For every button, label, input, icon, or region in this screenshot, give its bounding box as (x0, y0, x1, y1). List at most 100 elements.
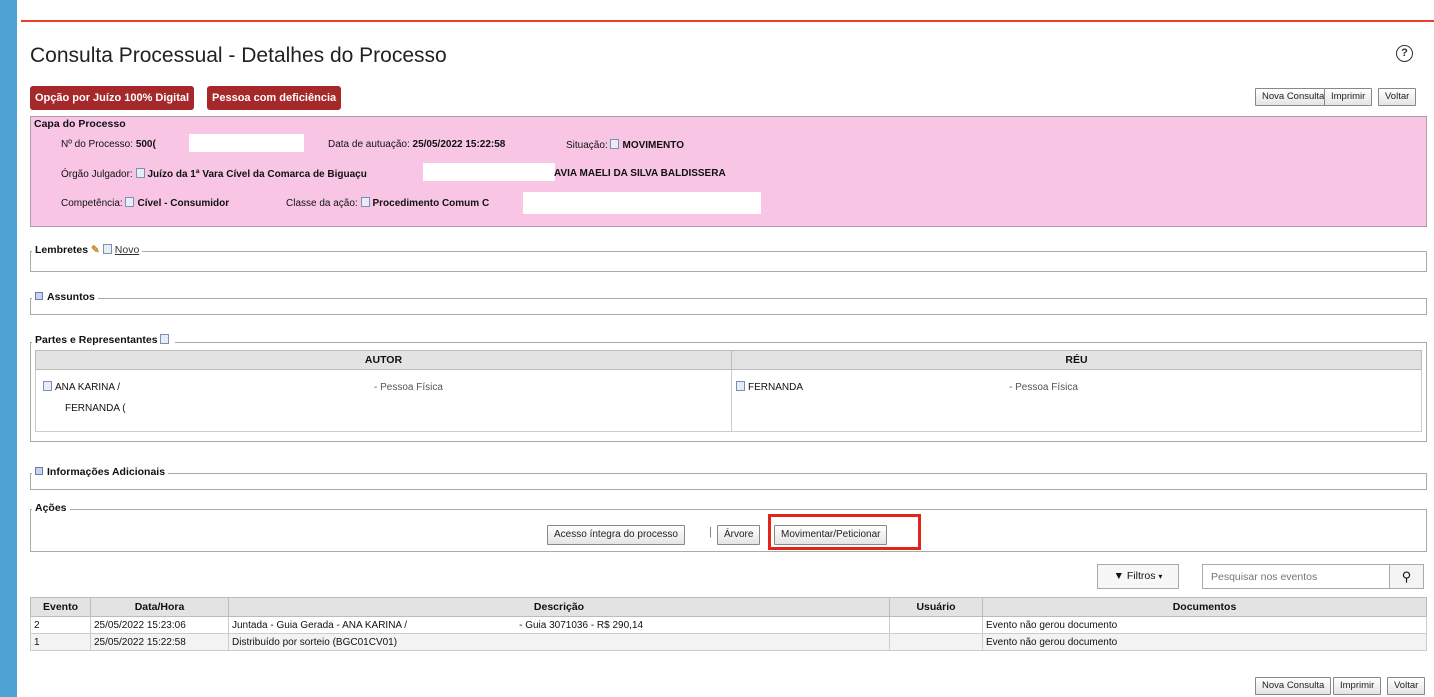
badge-pessoa-deficiencia[interactable]: Pessoa com deficiência (207, 86, 342, 110)
data-cell: 25/05/2022 15:22:58 (90, 633, 229, 651)
evento-cell: 2 (30, 616, 91, 634)
table-row[interactable]: 1 25/05/2022 15:22:58 Distribuído por so… (30, 633, 1427, 651)
filtros-button[interactable]: ▼ Filtros ▾ (1097, 564, 1179, 589)
numero-value: 500( (135, 139, 156, 150)
redacted-block (523, 192, 761, 214)
autor-header: AUTOR (35, 350, 732, 370)
badge-juizo-digital[interactable]: Opção por Juízo 100% Digital (30, 86, 195, 110)
classe-row: Classe da ação: Procedimento Comum C (286, 197, 489, 209)
table-row[interactable]: 2 25/05/2022 15:23:06 Juntada - Guia Ger… (30, 616, 1427, 634)
chevron-down-icon: ▾ (1158, 572, 1163, 581)
numero-row: Nº do Processo: 500( (61, 139, 156, 150)
document-icon[interactable] (135, 168, 145, 178)
col-data-hora: Data/Hora (90, 597, 229, 617)
redacted-block (423, 163, 555, 181)
separator: | (709, 526, 712, 538)
filter-icon: ▼ (1113, 570, 1124, 582)
numero-label: Nº do Processo: (61, 139, 134, 150)
acesso-integra-button[interactable]: Acesso íntegra do processo (547, 525, 685, 545)
orgao-row: Órgão Julgador: Juízo da 1ª Vara Cível d… (61, 168, 367, 180)
reu-name: FERNANDA (748, 382, 804, 393)
capa-do-processo: Capa do Processo Nº do Processo: 500( Da… (30, 116, 1427, 227)
assuntos-legend[interactable]: Assuntos (32, 291, 98, 303)
nova-consulta-button-top[interactable]: Nova Consulta (1255, 88, 1332, 106)
autor-name: ANA KARINA / (55, 382, 121, 393)
documentos-cell: Evento não gerou documento (982, 633, 1427, 651)
autor-cell: ANA KARINA / - Pessoa Física FERNANDA ( (35, 369, 732, 432)
competencia-value: Cível - Consumidor (137, 198, 230, 209)
partes-label: Partes e Representantes (35, 334, 158, 346)
competencia-row: Competência: Cível - Consumidor (61, 197, 229, 209)
reu-tipo: - Pessoa Física (1009, 382, 1078, 393)
reu-cell: FERNANDA - Pessoa Física (731, 369, 1422, 432)
top-accent-line (21, 20, 1434, 22)
situacao-label: Situação: (566, 140, 608, 151)
novo-link[interactable]: Novo (115, 244, 140, 256)
nova-consulta-button-bottom[interactable]: Nova Consulta (1255, 677, 1332, 695)
descricao-cell: Distribuído por sorteio (BGC01CV01) (228, 633, 890, 651)
pencil-icon[interactable]: ✎ (91, 244, 100, 256)
expand-icon[interactable] (35, 292, 43, 300)
info-adicionais-label: Informações Adicionais (47, 466, 166, 478)
imprimir-button-top[interactable]: Imprimir (1324, 88, 1373, 106)
partes-table: AUTOR RÉU ANA KARINA / - Pessoa Física FE… (35, 350, 1422, 432)
search-eventos-input[interactable] (1202, 564, 1390, 589)
assuntos-label: Assuntos (47, 291, 95, 303)
classe-value: Procedimento Comum C (372, 198, 490, 209)
expand-icon[interactable] (35, 467, 43, 475)
page: Consulta Processual - Detalhes do Proces… (17, 0, 1434, 697)
page-title: Consulta Processual - Detalhes do Proces… (30, 44, 447, 67)
person-icon[interactable] (43, 381, 52, 391)
redacted-block (189, 134, 304, 152)
descricao-text-2: - Guia 3071036 - R$ 290,14 (519, 619, 644, 631)
data-value: 25/05/2022 15:22:58 (412, 139, 506, 150)
data-label: Data de autuação: (328, 139, 410, 150)
descricao-text: Juntada - Guia Gerada - ANA KARINA / (232, 619, 408, 631)
info-adicionais-legend[interactable]: Informações Adicionais (32, 466, 169, 478)
document-icon[interactable] (125, 197, 135, 207)
assuntos-box (30, 298, 1427, 315)
divider (30, 251, 1427, 252)
orgao-value: Juízo da 1ª Vara Cível da Comarca de Big… (147, 169, 367, 180)
competencia-label: Competência: (61, 198, 123, 209)
list-icon[interactable] (160, 334, 170, 344)
classe-label: Classe da ação: (286, 198, 358, 209)
autor-rep: FERNANDA ( (65, 403, 126, 414)
documentos-cell: Evento não gerou documento (982, 616, 1427, 634)
help-icon[interactable]: ? (1396, 45, 1413, 62)
col-evento: Evento (30, 597, 91, 617)
document-icon[interactable] (360, 197, 370, 207)
orgao-row-2: AVIA MAELI DA SILVA BALDISSERA (554, 168, 726, 179)
lembretes-label: Lembretes (35, 244, 89, 256)
voltar-button-top[interactable]: Voltar (1378, 88, 1417, 106)
orgao-label: Órgão Julgador: (61, 169, 133, 180)
descricao-cell: Juntada - Guia Gerada - ANA KARINA / - Gu… (228, 616, 890, 634)
reu-header: RÉU (731, 350, 1422, 370)
data-cell: 25/05/2022 15:23:06 (90, 616, 229, 634)
movimentar-peticionar-button[interactable]: Movimentar/Peticionar (774, 525, 888, 545)
voltar-button-bottom[interactable]: Voltar (1387, 677, 1426, 695)
evento-cell: 1 (30, 633, 91, 651)
lembretes-box (30, 251, 1427, 272)
data-row: Data de autuação: 25/05/2022 15:22:58 (328, 139, 505, 150)
info-adicionais-box (30, 473, 1427, 490)
situacao-value: MOVIMENTO (622, 140, 684, 151)
acoes-legend: Ações (32, 502, 70, 514)
col-usuario: Usuário (889, 597, 983, 617)
imprimir-button-bottom[interactable]: Imprimir (1333, 677, 1382, 695)
lembretes-legend: Lembretes ✎ Novo (32, 244, 143, 256)
col-documentos: Documentos (982, 597, 1427, 617)
person-icon[interactable] (736, 381, 745, 391)
eventos-table: Evento Data/Hora Descrição Usuário Docum… (30, 597, 1427, 651)
partes-legend: Partes e Representantes (32, 334, 176, 346)
situacao-row: Situação: MOVIMENTO (566, 139, 684, 151)
new-note-icon[interactable] (102, 244, 112, 254)
search-icon[interactable]: ⚲ (1389, 564, 1424, 589)
capa-legend: Capa do Processo (34, 118, 126, 130)
filtros-label: Filtros (1126, 570, 1156, 582)
autor-tipo: - Pessoa Física (374, 382, 443, 393)
arvore-button[interactable]: Árvore (717, 525, 761, 545)
usuario-cell (889, 633, 983, 651)
orgao-value-2: AVIA MAELI DA SILVA BALDISSERA (554, 168, 726, 179)
document-icon[interactable] (610, 139, 620, 149)
